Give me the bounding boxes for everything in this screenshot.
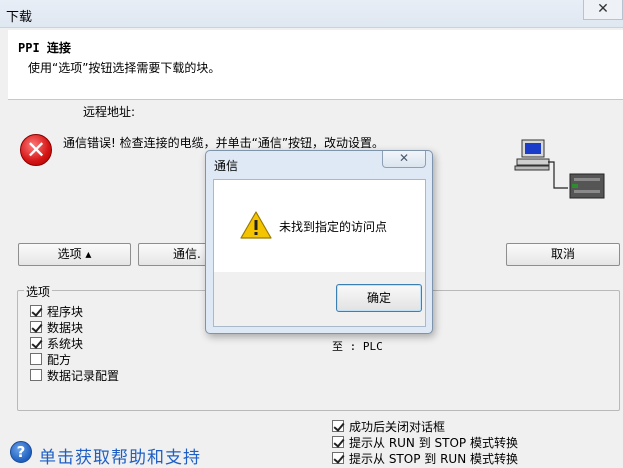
option-program-block[interactable]: 程序块 xyxy=(30,303,119,319)
post-download-options: 成功后关闭对话框 提示从 RUN 到 STOP 模式转换 提示从 STOP 到 … xyxy=(332,418,518,466)
option-label: 成功后关闭对话框 xyxy=(349,419,446,434)
remote-address-label: 远程地址: xyxy=(83,105,136,119)
error-message: 通信错误! 检查连接的电缆，并单击“通信”按钮，改动设置。 xyxy=(63,136,385,150)
option-label: 系统块 xyxy=(47,336,84,351)
communication-dialog: 通信 ✕ 未找到指定的访问点 确定 xyxy=(205,150,433,334)
communication-button[interactable]: 通信. xyxy=(138,243,208,266)
error-icon: ✕ xyxy=(20,134,52,166)
option-label: 提示从 RUN 到 STOP 模式转换 xyxy=(349,435,518,450)
checkbox[interactable] xyxy=(30,305,42,317)
dialog-message: 未找到指定的访问点 xyxy=(279,220,388,234)
help-icon[interactable]: ? xyxy=(10,441,32,463)
checkbox[interactable] xyxy=(30,337,42,349)
cancel-button[interactable]: 取消 xyxy=(506,243,620,266)
checkbox[interactable] xyxy=(30,321,42,333)
option-recipe[interactable]: 配方 xyxy=(30,351,119,367)
header-panel: PPI 连接 使用“选项”按钮选择需要下载的块。 xyxy=(8,30,623,100)
option-data-block[interactable]: 数据块 xyxy=(30,319,119,335)
option-label: 提示从 STOP 到 RUN 模式转换 xyxy=(349,451,518,466)
option-label: 数据块 xyxy=(47,320,84,335)
option-label: 数据记录配置 xyxy=(47,368,120,383)
options-button[interactable]: 选项 ▴ xyxy=(18,243,131,266)
ok-button[interactable]: 确定 xyxy=(336,284,422,312)
block-list: 程序块 数据块 系统块 配方 数据记录配置 xyxy=(30,303,119,383)
dialog-body: 未找到指定的访问点 确定 xyxy=(213,179,426,327)
option-label: 配方 xyxy=(47,352,72,367)
checkbox[interactable] xyxy=(30,353,42,365)
help-link[interactable]: 单击获取帮助和支持 xyxy=(39,443,201,468)
dialog-title: 通信 xyxy=(214,159,239,173)
header-title: PPI 连接 xyxy=(18,41,71,55)
header-description: 使用“选项”按钮选择需要下载的块。 xyxy=(28,61,221,75)
dialog-message-area: 未找到指定的访问点 xyxy=(214,180,425,272)
checkbox[interactable] xyxy=(332,452,344,464)
options-group-legend: 选项 xyxy=(24,283,53,300)
window-titlebar xyxy=(0,0,623,28)
computer-plc-icon xyxy=(514,139,605,199)
warning-icon xyxy=(240,211,272,239)
window-close-button[interactable]: ✕ xyxy=(583,0,623,20)
option-system-block[interactable]: 系统块 xyxy=(30,335,119,351)
window-title: 下载 xyxy=(6,10,33,25)
option-label: 程序块 xyxy=(47,304,84,319)
checkbox[interactable] xyxy=(30,369,42,381)
option-prompt-stop-to-run[interactable]: 提示从 STOP 到 RUN 模式转换 xyxy=(332,450,518,466)
option-data-log-config[interactable]: 数据记录配置 xyxy=(30,367,119,383)
to-plc-label: 至 : PLC xyxy=(332,340,383,353)
dialog-close-button[interactable]: ✕ xyxy=(382,151,426,168)
checkbox[interactable] xyxy=(332,436,344,448)
checkbox[interactable] xyxy=(332,420,344,432)
option-prompt-run-to-stop[interactable]: 提示从 RUN 到 STOP 模式转换 xyxy=(332,434,518,450)
option-close-on-success[interactable]: 成功后关闭对话框 xyxy=(332,418,518,434)
